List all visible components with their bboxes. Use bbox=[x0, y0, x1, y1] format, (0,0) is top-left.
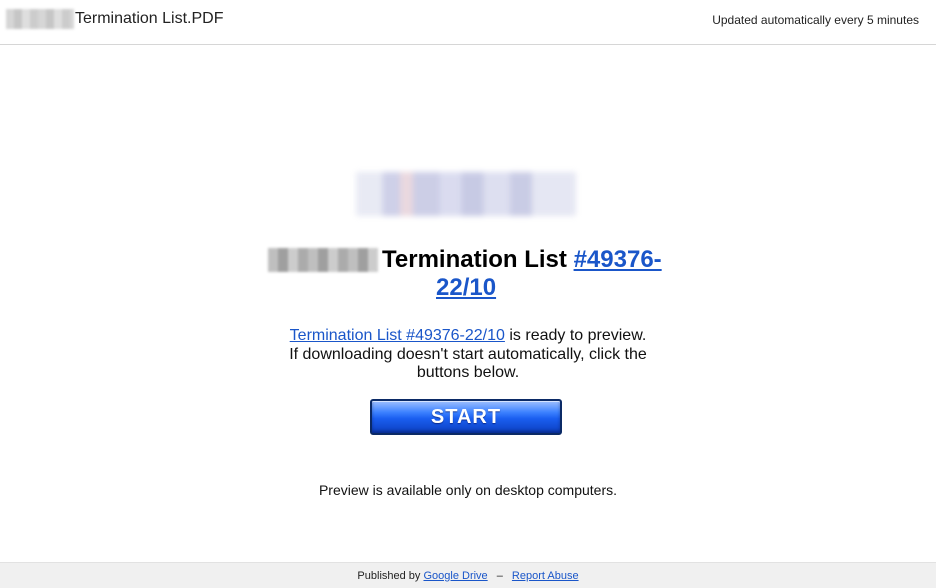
document-title: Termination List.PDF bbox=[75, 10, 224, 27]
footer-bar: Published by Google Drive – Report Abuse bbox=[0, 562, 936, 588]
heading-link-part2[interactable]: 22/10 bbox=[436, 274, 496, 301]
desktop-only-note: Preview is available only on desktop com… bbox=[318, 482, 618, 498]
heading-text: Termination List bbox=[382, 246, 567, 273]
report-abuse-link[interactable]: Report Abuse bbox=[512, 570, 579, 582]
heading-line-2: 22/10 bbox=[436, 274, 496, 302]
message-line-2: If downloading doesn't start automatical… bbox=[289, 345, 647, 363]
message-line-3: buttons below. bbox=[416, 364, 520, 381]
preview-message: Termination List #49376-22/10 is ready t… bbox=[270, 327, 666, 383]
header-bar: Termination List.PDF Updated automatical… bbox=[0, 0, 936, 45]
redacted-logo bbox=[356, 172, 576, 216]
google-drive-link[interactable]: Google Drive bbox=[423, 570, 487, 582]
redacted-company-name bbox=[268, 248, 378, 272]
heading-line-1: Termination List #49376- bbox=[382, 246, 662, 274]
message-document-link[interactable]: Termination List #49376-22/10 bbox=[290, 327, 505, 344]
page: Termination List.PDF Updated automatical… bbox=[0, 0, 936, 588]
published-by-text: Published by bbox=[357, 570, 424, 582]
message-ready-text: is ready to preview. bbox=[504, 327, 647, 344]
heading-link-part1[interactable]: #49376- bbox=[574, 246, 662, 273]
auto-update-note: Updated automatically every 5 minutes bbox=[712, 13, 919, 27]
message-line-1: Termination List #49376-22/10 is ready t… bbox=[270, 327, 666, 346]
redacted-sender-name bbox=[6, 9, 74, 29]
footer-separator: – bbox=[496, 570, 503, 582]
start-button[interactable]: START bbox=[370, 399, 562, 435]
